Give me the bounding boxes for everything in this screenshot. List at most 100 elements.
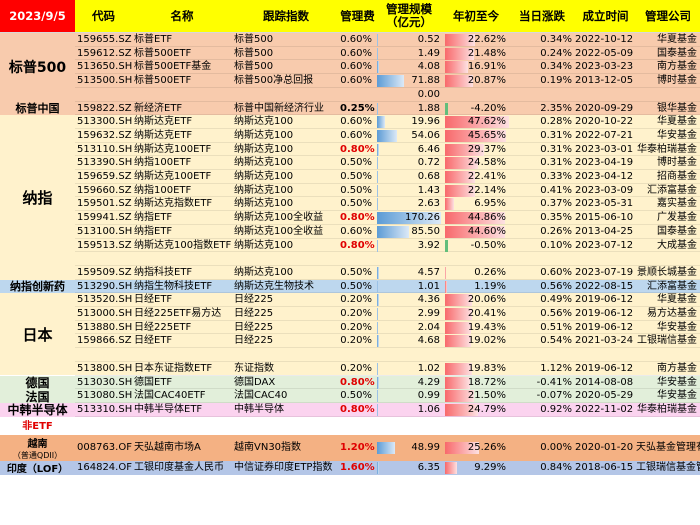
cell-code: 513080.SH bbox=[77, 390, 132, 402]
cell-ytd: 18.72% bbox=[467, 376, 506, 388]
header-fee[interactable]: 管理费 bbox=[340, 0, 375, 33]
cell-fee: 0.60% bbox=[340, 34, 372, 45]
cell-name: 纳指科技ETF bbox=[134, 266, 193, 278]
cell-company: 工银瑞信基金 bbox=[637, 335, 697, 347]
cell-day: 0.56% bbox=[540, 280, 572, 292]
cell-date: 2019-06-12 bbox=[575, 321, 634, 333]
cell-name: 工银印度基金人民币 bbox=[134, 461, 224, 473]
cell-day: 0.34% bbox=[540, 61, 572, 73]
cell-name: 纳指生物科技ETF bbox=[134, 280, 213, 292]
cell-code: 159501.SZ bbox=[77, 198, 132, 210]
cell-fee: 0.50% bbox=[340, 171, 372, 182]
cell-name bbox=[132, 348, 232, 362]
cell-index: 纳斯达克100 bbox=[234, 157, 294, 169]
cell-company: 南方基金 bbox=[657, 362, 697, 374]
cell-index: 纳斯达克100 bbox=[234, 184, 294, 196]
cell-date: 2019-06-12 bbox=[575, 362, 634, 374]
cell-code: 159513.SZ bbox=[77, 239, 132, 251]
cell-code: 159659.SZ bbox=[77, 171, 132, 182]
cell-ytd bbox=[443, 252, 509, 266]
cell-day: 2.35% bbox=[540, 102, 572, 114]
cell-company bbox=[636, 88, 700, 102]
cell-scale: 4.36 bbox=[417, 294, 440, 306]
cell-fee: 0.20% bbox=[340, 294, 372, 306]
cell-code bbox=[75, 252, 132, 266]
cell-company: 华安基金 bbox=[657, 129, 697, 141]
cell-name: 纳斯达克100指数ETF bbox=[134, 239, 232, 251]
header-inception[interactable]: 成立时间 bbox=[575, 0, 636, 33]
cell-ytd: 22.14% bbox=[467, 184, 506, 196]
cell-date bbox=[575, 252, 636, 266]
cell-name bbox=[132, 88, 232, 102]
cell-index: 日经225 bbox=[234, 308, 274, 319]
cell-day: 0.31% bbox=[540, 129, 572, 141]
cell-day: 0.33% bbox=[540, 171, 572, 182]
cell-ytd: 44.86% bbox=[467, 212, 506, 224]
cell-date: 2023-03-23 bbox=[575, 61, 634, 73]
cell-code: 513650.SH bbox=[77, 61, 132, 73]
cell-scale: 4.29 bbox=[417, 376, 440, 388]
cell-ytd: 24.58% bbox=[467, 157, 506, 169]
cell-name: 纳指ETF bbox=[134, 212, 173, 224]
cell-date: 2014-08-08 bbox=[575, 376, 634, 388]
cell-ytd: 20.06% bbox=[467, 294, 506, 306]
header-company[interactable]: 管理公司 bbox=[636, 0, 700, 33]
cell-day: 0.34% bbox=[540, 34, 572, 45]
cell-company: 嘉实基金 bbox=[657, 198, 697, 210]
cell-company: 招商基金 bbox=[657, 171, 697, 182]
cell-date: 2023-03-09 bbox=[575, 184, 634, 196]
cell-scale: 1.88 bbox=[417, 102, 440, 114]
cell-ytd: 16.91% bbox=[467, 61, 506, 73]
cell-company: 华安基金 bbox=[657, 321, 697, 333]
cell-code: 513300.SH bbox=[77, 116, 132, 128]
cell-fee bbox=[340, 348, 375, 362]
cell-fee: 0.50% bbox=[340, 390, 372, 402]
cell-day: -0.07% bbox=[536, 390, 572, 402]
cell-company: 南方基金 bbox=[657, 61, 697, 73]
cell-name: 标普ETF bbox=[134, 34, 173, 45]
non-etf-name: 印度（LOF） bbox=[6, 464, 69, 476]
header-name[interactable]: 名称 bbox=[132, 0, 232, 33]
cell-date: 2022-07-21 bbox=[575, 129, 634, 141]
cell-day: 0.49% bbox=[540, 294, 572, 306]
cell-date bbox=[575, 88, 636, 102]
cell-code: 159941.SZ bbox=[77, 212, 132, 224]
cell-fee: 0.60% bbox=[340, 116, 372, 128]
cell-scale: 0.68 bbox=[417, 171, 440, 182]
cell-name: 标普500ETF bbox=[134, 75, 192, 87]
cell-fee: 0.50% bbox=[340, 184, 372, 196]
cell-index: 日经225 bbox=[234, 335, 274, 347]
cell-fee: 0.20% bbox=[340, 362, 372, 374]
group-label: 中韩半导体 bbox=[0, 402, 75, 417]
cell-company bbox=[636, 252, 700, 266]
header-scale[interactable]: 管理规模 （亿元） bbox=[375, 0, 443, 33]
cell-day: 0.51% bbox=[540, 321, 572, 333]
cell-index: 标普500 bbox=[234, 47, 274, 59]
cell-code: 513500.SH bbox=[77, 75, 132, 87]
cell-ytd: 47.62% bbox=[467, 116, 506, 128]
cell-ytd: 22.41% bbox=[467, 171, 506, 182]
cell-fee: 0.80% bbox=[340, 403, 375, 415]
header-code[interactable]: 代码 bbox=[75, 0, 132, 33]
cell-ytd: -0.50% bbox=[470, 239, 506, 251]
header-ytd[interactable]: 年初至今 bbox=[443, 0, 509, 33]
cell-company: 工银瑞信基金管 bbox=[636, 461, 700, 473]
non-etf-label: 非ETF bbox=[22, 420, 53, 432]
cell-fee: 0.20% bbox=[340, 308, 372, 319]
cell-ytd: 1.19% bbox=[474, 280, 506, 292]
cell-company: 国泰基金 bbox=[657, 47, 697, 59]
cell-date: 2022-05-09 bbox=[575, 47, 634, 59]
cell-day: 0.92% bbox=[540, 403, 572, 415]
header-day-change[interactable]: 当日涨跌 bbox=[509, 0, 575, 33]
cell-index bbox=[232, 252, 340, 266]
header-index[interactable]: 跟踪指数 bbox=[232, 0, 340, 33]
cell-scale bbox=[375, 348, 443, 362]
cell-code: 513100.SH bbox=[77, 225, 132, 237]
cell-code: 513110.SH bbox=[77, 143, 132, 155]
cell-scale: 4.08 bbox=[417, 61, 440, 73]
cell-index: 纳斯达克100 bbox=[234, 129, 294, 141]
cell-code: 159822.SZ bbox=[77, 102, 132, 114]
cell-code: 513390.SH bbox=[77, 157, 132, 169]
cell-name: 纳斯达克ETF bbox=[134, 116, 193, 128]
cell-scale: 54.06 bbox=[411, 129, 440, 141]
